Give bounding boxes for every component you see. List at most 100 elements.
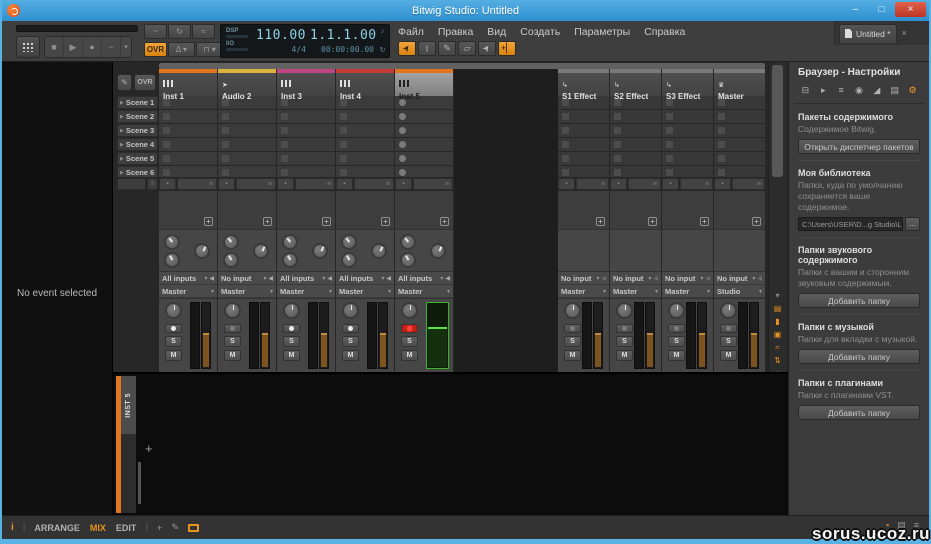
add-device-icon[interactable]: +	[145, 441, 153, 456]
automation-write-icon[interactable]: ✎	[117, 74, 132, 91]
clip-stop-icon[interactable]	[163, 99, 170, 106]
monitor-speaker-icon[interactable]: ◀	[327, 275, 332, 282]
clip-stop-icon[interactable]	[281, 141, 288, 148]
samples-icon[interactable]: ◉	[852, 84, 867, 97]
record-arm-button[interactable]	[224, 324, 241, 333]
input-selector[interactable]: No input ▾ ◀	[218, 272, 276, 285]
add-device-icon[interactable]: +	[700, 217, 709, 226]
add-device-icon[interactable]: +	[596, 217, 605, 226]
clip-stop-icon[interactable]	[222, 99, 229, 106]
volume-fader[interactable]	[190, 302, 213, 369]
clip-slot[interactable]	[662, 124, 713, 137]
clip-stop-icon[interactable]	[562, 99, 569, 106]
pan-knob[interactable]	[165, 302, 182, 319]
fader-lane[interactable]	[426, 302, 449, 369]
device-slot-area[interactable]: +	[218, 191, 276, 229]
output-selector[interactable]: Master ▾	[558, 285, 609, 298]
send-knob-3[interactable]	[312, 243, 328, 259]
clip-stop-icon[interactable]	[562, 127, 569, 134]
clip-slot[interactable]	[558, 152, 609, 165]
track-header[interactable]: Inst 3	[277, 73, 335, 101]
add-device-icon[interactable]: +	[381, 217, 390, 226]
clip-stop-icon[interactable]	[562, 169, 569, 176]
fader-lane[interactable]	[201, 302, 211, 369]
clip-stop-icon[interactable]	[340, 155, 347, 162]
record-arm-button[interactable]	[616, 324, 633, 333]
send-knob-3[interactable]	[430, 243, 446, 259]
send-knob-1[interactable]	[282, 234, 298, 250]
time-position[interactable]: 00:00:00.00	[310, 45, 374, 54]
clip-slot[interactable]	[558, 110, 609, 123]
menu-item--[interactable]: Параметры	[574, 26, 630, 38]
clip-stop-icon[interactable]	[340, 141, 347, 148]
multisamples-icon[interactable]: ◢	[869, 84, 884, 97]
pan-knob[interactable]	[224, 302, 241, 319]
record-arm-button[interactable]	[720, 324, 737, 333]
automation-write-button[interactable]: ~	[102, 37, 121, 57]
clip-stop-icon[interactable]	[562, 113, 569, 120]
clip-slot[interactable]	[218, 110, 276, 123]
fader-lane[interactable]	[378, 302, 388, 369]
add-device-icon[interactable]: +	[322, 217, 331, 226]
slot-menu-button[interactable]: ≡	[576, 178, 609, 190]
volume-fader[interactable]	[367, 302, 390, 369]
pan-knob[interactable]	[720, 302, 737, 319]
fader-lane[interactable]	[319, 302, 329, 369]
clip-slot[interactable]	[277, 124, 335, 137]
maximize-button[interactable]: □	[869, 2, 894, 17]
menu-item--[interactable]: Создать	[520, 26, 560, 38]
clip-stop-icon[interactable]	[340, 169, 347, 176]
clip-slot[interactable]	[218, 166, 276, 177]
slot-menu-button[interactable]: ≡	[354, 178, 394, 190]
monitor-speaker-icon[interactable]: ◀	[268, 275, 273, 282]
send-knob-3[interactable]	[194, 243, 210, 259]
clip-slot[interactable]	[218, 152, 276, 165]
clip-stop-icon[interactable]	[222, 155, 229, 162]
slot-menu-button[interactable]: ≡	[413, 178, 453, 190]
pan-knob[interactable]	[283, 302, 300, 319]
output-selector[interactable]: Studio ▾	[714, 285, 765, 298]
device-slot-area[interactable]: +	[395, 191, 453, 229]
fill-mode-button[interactable]: ~	[144, 24, 167, 39]
input-selector[interactable]: All inputs ▾ ◀	[277, 272, 335, 285]
solo-button[interactable]: S	[224, 336, 241, 347]
device-slot-area[interactable]: +	[662, 191, 713, 229]
bitwig-menu-button[interactable]	[16, 36, 40, 58]
scene-play-icon[interactable]: ▶	[120, 100, 124, 106]
menu-item--[interactable]: Вид	[487, 26, 506, 38]
clip-stop-icon[interactable]	[340, 113, 347, 120]
clip-slot[interactable]	[395, 124, 453, 137]
volume-fader[interactable]	[249, 302, 272, 369]
clip-slot[interactable]	[662, 166, 713, 177]
clip-slot[interactable]	[159, 166, 217, 177]
device-slot-area[interactable]: +	[714, 191, 765, 229]
scrollbar-thumb[interactable]	[772, 65, 783, 177]
monitor-speaker-icon[interactable]: ◀	[386, 275, 391, 282]
clip-slot[interactable]	[395, 166, 453, 177]
clip-slot[interactable]	[218, 124, 276, 137]
scene-play-icon[interactable]: ▶	[120, 128, 124, 134]
fader-lane[interactable]	[260, 302, 270, 369]
clip-slot[interactable]	[336, 110, 394, 123]
crossfade-toggle-icon[interactable]: ⇅	[771, 355, 784, 366]
mute-button[interactable]: M	[564, 350, 581, 361]
clip-stop-dot-icon[interactable]	[399, 169, 406, 176]
send-knob-1[interactable]	[400, 234, 416, 250]
mute-button[interactable]: M	[165, 350, 182, 361]
clip-slot[interactable]	[395, 138, 453, 151]
pan-knob[interactable]	[668, 302, 685, 319]
send-knob-3[interactable]	[253, 243, 269, 259]
scene-scene-3[interactable]: ▶ Scene 3	[117, 124, 158, 137]
volume-fader[interactable]	[426, 302, 449, 369]
pen-mode-icon[interactable]: ✎	[171, 522, 179, 533]
monitor-speaker-icon[interactable]: ◀	[209, 275, 214, 282]
add-device-icon[interactable]: +	[648, 217, 657, 226]
clip-slot[interactable]	[610, 124, 661, 137]
clip-stop-icon[interactable]	[340, 127, 347, 134]
clip-slot[interactable]	[336, 166, 394, 177]
clip-stop-icon[interactable]	[281, 169, 288, 176]
clip-stop-icon[interactable]	[163, 169, 170, 176]
clip-slot[interactable]	[336, 152, 394, 165]
clip-slot[interactable]	[159, 124, 217, 137]
clip-stop-icon[interactable]	[718, 113, 725, 120]
